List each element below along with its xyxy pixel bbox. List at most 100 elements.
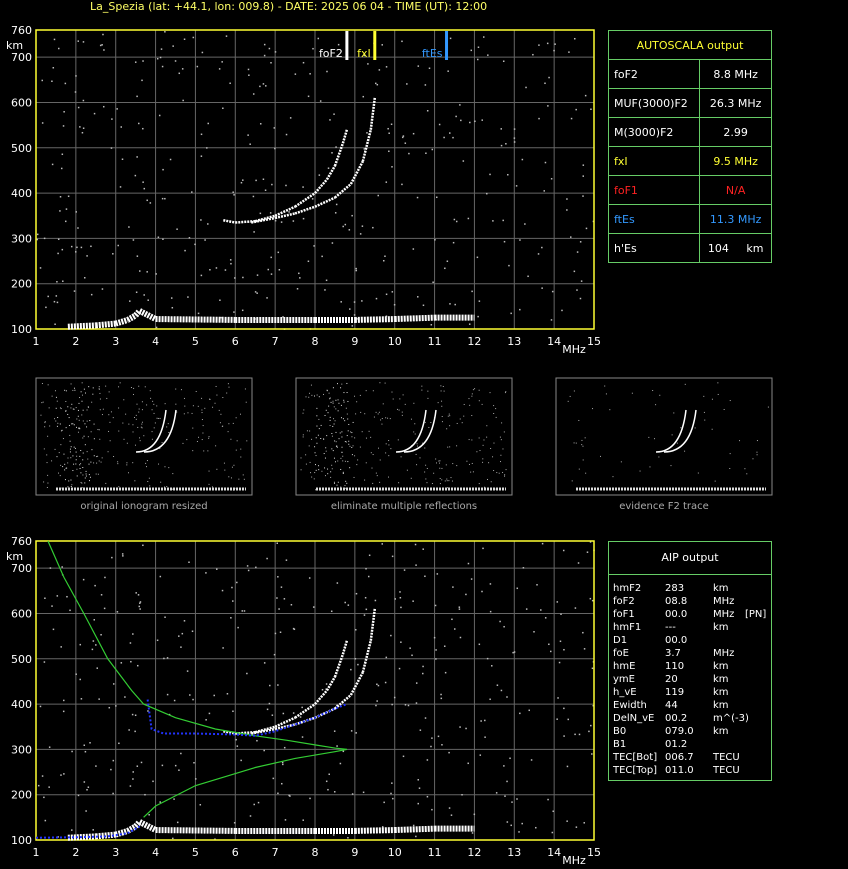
noise-dot	[60, 646, 62, 648]
noise-dot	[51, 163, 54, 166]
aip-row: hmF2 283 km	[609, 582, 771, 595]
thumbnail-dot	[390, 448, 392, 450]
noise-dot	[181, 68, 184, 70]
noise-dot	[307, 260, 310, 263]
autoscala-title: AUTOSCALA output	[608, 30, 772, 60]
noise-dot	[384, 255, 386, 257]
noise-dot	[270, 62, 272, 64]
autoscala-row: fxI 9.5 MHz	[607, 146, 772, 176]
autoscala-label: fxI	[607, 146, 701, 176]
thumbnail-dot	[446, 428, 448, 430]
noise-dot	[426, 795, 429, 798]
thumbnail-dot	[132, 431, 134, 433]
noise-dot	[459, 636, 462, 639]
noise-dot	[452, 241, 455, 244]
autoscala-row: foF2 8.8 MHz	[607, 59, 772, 89]
thumbnail-dot	[309, 461, 311, 463]
thumbnail-dot	[410, 477, 412, 479]
noise-dot	[253, 803, 255, 806]
noise-dot	[122, 555, 124, 557]
thumbnail-dot	[413, 402, 415, 404]
noise-dot	[65, 208, 68, 210]
noise-dot	[521, 822, 523, 825]
thumbnail-dot	[192, 427, 194, 429]
thumbnail-dot	[326, 435, 328, 437]
thumbnail-dot	[324, 457, 326, 459]
thumbnail-dot	[578, 468, 580, 470]
noise-dot	[55, 295, 58, 297]
noise-dot	[333, 730, 336, 732]
thumbnail-dot	[670, 465, 672, 467]
thumbnail-dot	[326, 390, 328, 392]
noise-dot	[41, 79, 43, 82]
thumbnail-dot	[311, 394, 313, 396]
thumbnail-dot	[441, 421, 443, 423]
noise-dot	[43, 796, 45, 799]
noise-dot	[503, 240, 506, 243]
noise-dot	[481, 119, 483, 121]
thumbnail-dot	[352, 421, 354, 423]
noise-dot	[451, 618, 453, 621]
noise-dot	[411, 654, 413, 657]
noise-dot	[148, 814, 150, 816]
thumbnail-dot	[75, 451, 77, 453]
thumbnail-dot	[118, 430, 120, 432]
noise-dot	[262, 178, 265, 180]
thumbnail-dot	[495, 416, 497, 418]
thumbnail-dot	[729, 400, 731, 402]
thumbnail-dot	[73, 463, 75, 465]
noise-dot	[556, 718, 558, 720]
aip-row: hmF1 --- km	[609, 621, 771, 634]
noise-dot	[64, 220, 67, 223]
noise-dot	[232, 600, 234, 602]
thumbnail-dot	[57, 416, 59, 418]
thumbnail-dot	[235, 417, 237, 419]
noise-dot	[366, 132, 368, 134]
noise-dot	[467, 762, 469, 765]
noise-dot	[393, 696, 396, 699]
noise-dot	[90, 245, 92, 248]
noise-dot	[224, 269, 227, 271]
thumbnail-dot	[359, 394, 361, 396]
thumbnail-frame	[555, 377, 773, 496]
noise-dot	[348, 229, 351, 231]
thumbnail-dot	[500, 439, 502, 441]
thumbnail-dot	[85, 473, 87, 475]
noise-dot	[255, 179, 257, 182]
noise-dot	[586, 551, 589, 553]
echo-trace-E-layer	[114, 317, 129, 327]
noise-dot	[83, 744, 86, 747]
thumbnail-dot	[151, 438, 153, 440]
thumbnail-dot	[502, 471, 504, 473]
thumbnail-dot	[490, 481, 492, 483]
noise-dot	[61, 248, 64, 251]
noise-dot	[144, 793, 146, 796]
noise-dot	[527, 275, 529, 278]
marker-label-fxI: fxI	[357, 47, 371, 60]
echo-trace-E-layer	[95, 320, 116, 329]
noise-dot	[511, 801, 513, 803]
thumbnail-dot	[331, 433, 333, 435]
thumbnail-dot	[345, 480, 347, 482]
noise-dot	[515, 185, 518, 187]
thumbnail-dot	[500, 454, 502, 456]
aip-cell: TECU	[713, 752, 740, 763]
noise-dot	[431, 737, 433, 739]
noise-dot	[85, 810, 87, 812]
thumbnail-dot	[49, 425, 51, 427]
thumbnail-dot	[364, 413, 366, 415]
noise-dot	[426, 759, 429, 761]
y-tick-label: 600	[11, 607, 32, 620]
thumbnail-dot	[55, 420, 57, 422]
aip-title: AIP output	[609, 542, 771, 575]
thumbnail-dot	[118, 486, 120, 488]
thumbnail-dot	[684, 383, 686, 385]
x-tick-label: 2	[72, 335, 79, 348]
noise-dot	[362, 95, 365, 98]
thumbnail-dot	[441, 405, 443, 407]
thumbnail-dot	[592, 408, 594, 410]
thumbnail-dot	[620, 461, 622, 463]
thumbnail-dot	[79, 397, 81, 399]
noise-dot	[49, 567, 52, 569]
thumbnail-dot	[151, 409, 153, 411]
